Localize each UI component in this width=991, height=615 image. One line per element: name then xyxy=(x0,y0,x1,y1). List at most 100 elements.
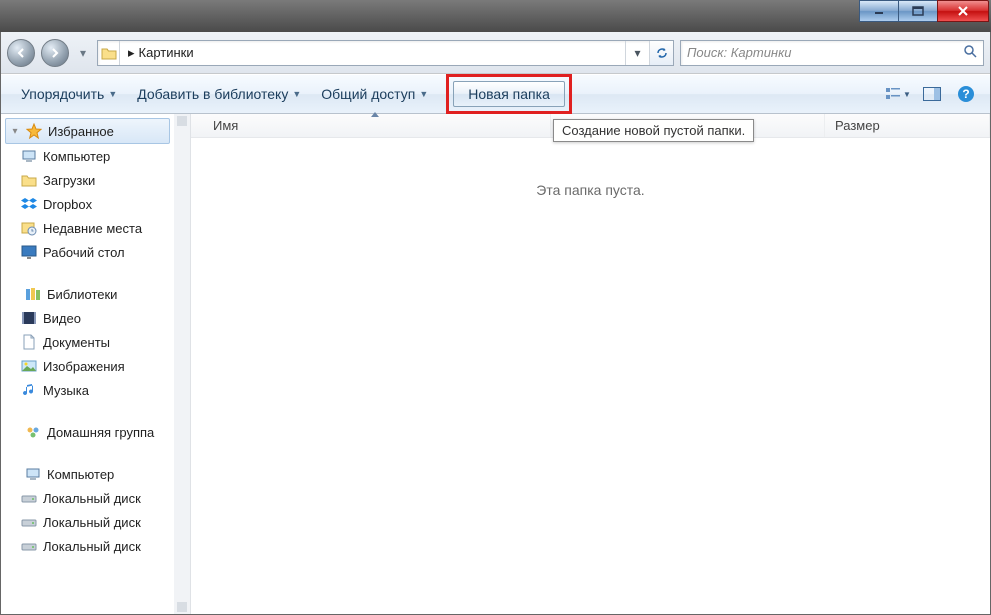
search-icon[interactable] xyxy=(963,44,977,61)
column-size-label: Размер xyxy=(835,118,880,133)
new-folder-button[interactable]: Новая папка xyxy=(453,81,565,107)
sidebar-item-homegroup[interactable]: Домашняя группа xyxy=(1,420,190,444)
homegroup-icon xyxy=(25,424,41,440)
search-box[interactable] xyxy=(680,40,984,66)
homegroup-label: Домашняя группа xyxy=(47,425,154,440)
column-size[interactable]: Размер xyxy=(825,114,990,137)
maximize-button[interactable] xyxy=(898,0,938,22)
add-to-library-button[interactable]: Добавить в библиотеку ▼ xyxy=(127,82,311,106)
sidebar-item-computer[interactable]: Компьютер xyxy=(1,144,190,168)
sidebar-item-label: Рабочий стол xyxy=(43,245,125,260)
address-dropdown[interactable]: ▾ xyxy=(625,41,649,65)
chevron-down-icon: ▼ xyxy=(903,90,911,99)
view-options-button[interactable]: ▼ xyxy=(884,83,912,105)
breadcrumb[interactable]: ▸ Картинки xyxy=(120,45,625,61)
libraries-group: Библиотеки Видео Документы Изображения М… xyxy=(1,282,190,402)
sidebar-item-label: Локальный диск xyxy=(43,539,141,554)
sidebar-header-libraries[interactable]: Библиотеки xyxy=(1,282,190,306)
address-bar[interactable]: ▸ Картинки ▾ xyxy=(97,40,674,66)
sidebar-item-label: Изображения xyxy=(43,359,125,374)
document-icon xyxy=(21,334,37,350)
sidebar-item-dropbox[interactable]: Dropbox xyxy=(1,192,190,216)
homegroup-group: Домашняя группа xyxy=(1,420,190,444)
chevron-down-icon: ▼ xyxy=(419,89,428,99)
sidebar-item-music[interactable]: Музыка xyxy=(1,378,190,402)
sidebar-item-desktop[interactable]: Рабочий стол xyxy=(1,240,190,264)
column-name-label: Имя xyxy=(213,118,238,133)
expand-placeholder xyxy=(9,469,19,480)
empty-folder-message: Эта папка пуста. xyxy=(191,182,990,198)
content-pane: Имя Дат Размер Создание новой пустой пап… xyxy=(191,114,990,614)
folder-icon xyxy=(98,41,120,65)
sidebar-item-label: Локальный диск xyxy=(43,491,141,506)
drive-icon xyxy=(21,538,37,554)
video-icon xyxy=(21,310,37,326)
tooltip: Создание новой пустой папки. xyxy=(553,119,754,142)
sidebar-item-label: Dropbox xyxy=(43,197,92,212)
scrollbar[interactable] xyxy=(174,114,190,614)
sidebar-item-label: Недавние места xyxy=(43,221,142,236)
highlight-annotation: Новая папка xyxy=(446,74,572,114)
organize-button[interactable]: Упорядочить ▼ xyxy=(11,82,127,106)
add-to-library-label: Добавить в библиотеку xyxy=(137,86,288,102)
expand-placeholder xyxy=(9,289,19,300)
chevron-down-icon: ▼ xyxy=(292,89,301,99)
nav-pane: ▾ Избранное Компьютер Загрузки Dropbox xyxy=(1,114,191,614)
sidebar-item-label: Загрузки xyxy=(43,173,95,188)
help-button[interactable]: ? xyxy=(952,83,980,105)
sidebar-item-drive[interactable]: Локальный диск xyxy=(1,486,190,510)
preview-pane-button[interactable] xyxy=(918,83,946,105)
sidebar-item-label: Документы xyxy=(43,335,110,350)
sidebar-item-images[interactable]: Изображения xyxy=(1,354,190,378)
sidebar-item-label: Видео xyxy=(43,311,81,326)
music-icon xyxy=(21,382,37,398)
sidebar-item-documents[interactable]: Документы xyxy=(1,330,190,354)
sidebar-item-video[interactable]: Видео xyxy=(1,306,190,330)
sidebar-item-label: Музыка xyxy=(43,383,89,398)
star-icon xyxy=(26,123,42,139)
forward-button[interactable] xyxy=(41,39,69,67)
folder-icon xyxy=(21,172,37,188)
drive-icon xyxy=(21,514,37,530)
chevron-down-icon: ▾ xyxy=(10,126,20,137)
sidebar-item-drive[interactable]: Локальный диск xyxy=(1,534,190,558)
sidebar-header-favorites[interactable]: ▾ Избранное xyxy=(5,118,170,144)
minimize-button[interactable] xyxy=(859,0,899,22)
sidebar-item-recent[interactable]: Недавние места xyxy=(1,216,190,240)
window-controls xyxy=(860,0,989,22)
sidebar-item-label: Локальный диск xyxy=(43,515,141,530)
libraries-icon xyxy=(25,286,41,302)
back-button[interactable] xyxy=(7,39,35,67)
dropbox-icon xyxy=(21,196,37,212)
refresh-button[interactable] xyxy=(649,41,673,65)
navigation-row: ▾ ▸ Картинки ▾ xyxy=(1,32,990,74)
close-button[interactable] xyxy=(937,0,989,22)
computer-icon xyxy=(25,466,41,482)
share-label: Общий доступ xyxy=(321,86,415,102)
search-input[interactable] xyxy=(687,45,963,60)
libraries-label: Библиотеки xyxy=(47,287,117,302)
sidebar-item-drive[interactable]: Локальный диск xyxy=(1,510,190,534)
history-dropdown[interactable]: ▾ xyxy=(75,39,91,67)
expand-placeholder xyxy=(9,427,19,438)
favorites-group: ▾ Избранное Компьютер Загрузки Dropbox xyxy=(1,118,190,264)
computer-group: Компьютер Локальный диск Локальный диск … xyxy=(1,462,190,558)
column-name[interactable]: Имя xyxy=(191,114,551,137)
recent-icon xyxy=(21,220,37,236)
share-button[interactable]: Общий доступ ▼ xyxy=(311,82,438,106)
chevron-down-icon: ▼ xyxy=(108,89,117,99)
sidebar-header-computer[interactable]: Компьютер xyxy=(1,462,190,486)
computer-label: Компьютер xyxy=(47,467,114,482)
sort-ascending-icon xyxy=(371,112,379,117)
breadcrumb-item[interactable]: Картинки xyxy=(139,45,194,60)
tooltip-text: Создание новой пустой папки. xyxy=(562,123,745,138)
drive-icon xyxy=(21,490,37,506)
desktop-icon xyxy=(21,244,37,260)
image-icon xyxy=(21,358,37,374)
organize-label: Упорядочить xyxy=(21,86,104,102)
breadcrumb-arrow-icon: ▸ xyxy=(128,45,135,61)
toolbar: Упорядочить ▼ Добавить в библиотеку ▼ Об… xyxy=(1,74,990,114)
svg-text:?: ? xyxy=(962,87,969,101)
sidebar-item-label: Компьютер xyxy=(43,149,110,164)
sidebar-item-downloads[interactable]: Загрузки xyxy=(1,168,190,192)
